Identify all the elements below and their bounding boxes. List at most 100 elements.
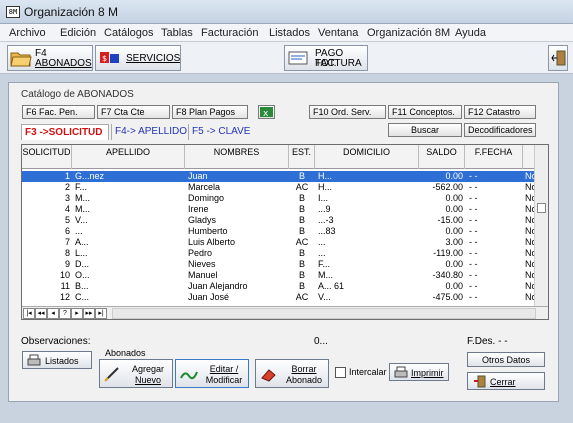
- cell-fecha: - -: [469, 182, 478, 192]
- cell-domicilio: ...: [318, 248, 326, 258]
- menu-bar: Archivo Edición Catálogos Tablas Factura…: [0, 24, 573, 42]
- abonados-grid[interactable]: SOLICITUD APELLIDO NOMBRES EST. DOMICILI…: [21, 144, 549, 320]
- menu-tablas[interactable]: Tablas: [161, 27, 193, 39]
- grid-horizontal-scrollbar[interactable]: [112, 308, 536, 319]
- table-row[interactable]: 6... Humberto B ...83 0.00- - No: [22, 226, 537, 237]
- tab-solicitud[interactable]: F3 ->SOLICITUD: [21, 124, 109, 140]
- tab-apellido[interactable]: F4-> APELLIDO: [111, 124, 187, 140]
- excel-button[interactable]: x: [258, 105, 275, 119]
- cell-apellido: M...: [75, 193, 90, 203]
- cell-fecha: - -: [469, 215, 478, 225]
- svg-text:x: x: [263, 109, 269, 118]
- menu-organizacion[interactable]: Organización 8M: [367, 27, 450, 39]
- table-row[interactable]: 12 C... Juan José AC V... -475.00- - No: [22, 292, 537, 303]
- cell-solicitud: 1: [64, 171, 70, 181]
- cell-saldo: -562.00: [432, 182, 463, 192]
- table-row[interactable]: 5 V... Gladys B ...-3 -15.00- - No: [22, 215, 537, 226]
- cell-saldo: 0.00: [445, 193, 463, 203]
- cerrar-button[interactable]: Cerrar: [467, 372, 545, 390]
- catastro-button[interactable]: F12 Catastro: [464, 105, 536, 119]
- cell-apellido: D...: [75, 259, 90, 269]
- cell-solicitud: 5: [64, 215, 70, 225]
- nav-last-button[interactable]: ▸|: [95, 308, 107, 319]
- borrar-abonado-button[interactable]: Borrar Abonado: [255, 359, 329, 388]
- col-saldo[interactable]: SALDO: [419, 145, 465, 169]
- nav-prev-page-button[interactable]: ◂◂: [35, 308, 47, 319]
- col-nombres[interactable]: NOMBRES: [185, 145, 289, 169]
- menu-facturacion[interactable]: Facturación: [201, 27, 258, 39]
- print-icon: [394, 366, 408, 378]
- servicios-toolbar-button[interactable]: $ SERVICIOS: [95, 45, 181, 71]
- pago-factura-toolbar-button[interactable]: PAGO TOT. FACTURA: [284, 45, 368, 71]
- cell-nombres: Gladys: [188, 215, 217, 225]
- cell-estado: B: [298, 215, 305, 225]
- toolbar: F4 ABONADOS $ SERVICIOS PAGO TOT. FACTUR…: [0, 42, 573, 74]
- title-bar: 8M Organización 8 M: [0, 0, 573, 24]
- ord-serv-button[interactable]: F10 Ord. Serv.: [309, 105, 386, 119]
- menu-catalogos[interactable]: Catálogos: [104, 27, 154, 39]
- cell-domicilio: ...83: [318, 226, 336, 236]
- nav-search-button[interactable]: ?: [59, 308, 71, 319]
- menu-ayuda[interactable]: Ayuda: [455, 27, 486, 39]
- cell-estado: B: [298, 270, 305, 280]
- cell-fecha: - -: [469, 226, 478, 236]
- table-row[interactable]: 10 O... Manuel B M... -340.80- - No: [22, 270, 537, 281]
- cell-estado: B: [298, 171, 305, 181]
- col-solicitud[interactable]: SOLICITUD: [22, 145, 72, 169]
- col-ffecha[interactable]: F.FECHA: [465, 145, 523, 169]
- menu-archivo[interactable]: Archivo: [9, 27, 46, 39]
- conceptos-button[interactable]: F11 Conceptos.: [388, 105, 462, 119]
- close-door-icon: [474, 375, 486, 388]
- table-row[interactable]: 7 A... Luis Alberto AC... 3.00- - No: [22, 237, 537, 248]
- cell-fecha: - -: [469, 248, 478, 258]
- grid-vertical-scrollbar[interactable]: [534, 145, 548, 306]
- spreadsheet-icon: x: [260, 107, 273, 118]
- intercalar-checkbox[interactable]: [335, 367, 346, 378]
- menu-ventana[interactable]: Ventana: [318, 27, 358, 39]
- cell-nombres: Nieves: [188, 259, 216, 269]
- menu-edicion[interactable]: Edición: [60, 27, 96, 39]
- col-domicilio[interactable]: DOMICILIO: [315, 145, 419, 169]
- tab-clave[interactable]: F5 -> CLAVE: [188, 124, 250, 140]
- table-row[interactable]: 9 D... Nieves B F... 0.00- - No: [22, 259, 537, 270]
- buscar-button[interactable]: Buscar: [388, 123, 462, 137]
- table-row[interactable]: 11 B... Juan Alejandro B A... 61 0.00- - No: [22, 281, 537, 292]
- nav-next-page-button[interactable]: ▸▸: [83, 308, 95, 319]
- decodificadores-button[interactable]: Decodificadores: [464, 123, 536, 137]
- cta-cte-button[interactable]: F7 Cta Cte: [97, 105, 170, 119]
- fac-pen-button[interactable]: F6 Fac. Pen.: [22, 105, 95, 119]
- table-row[interactable]: 2 F... Marcela AC H... -562.00- - No: [22, 182, 537, 193]
- cell-apellido: F...: [75, 182, 88, 192]
- editar-modificar-button[interactable]: Editar / Modificar: [175, 359, 249, 388]
- table-row[interactable]: 4 M... Irene B ...9 0.00- - No: [22, 204, 537, 215]
- imprimir-button[interactable]: Imprimir: [389, 363, 449, 381]
- agregar-nuevo-button[interactable]: Agregar Nuevo: [99, 359, 173, 388]
- cell-fecha: - -: [469, 237, 478, 247]
- cell-apellido: O...: [75, 270, 90, 280]
- otros-datos-button[interactable]: Otros Datos: [467, 352, 545, 367]
- table-row[interactable]: 3 M... Domingo B I... 0.00- - No: [22, 193, 537, 204]
- window-title: Organización 8 M: [24, 5, 119, 19]
- exit-toolbar-button[interactable]: [548, 45, 568, 71]
- listados-button[interactable]: Listados: [22, 351, 92, 369]
- table-row[interactable]: 1 G...nez Juan B H... 0.00- - No: [22, 171, 537, 182]
- cell-domicilio: ...-3: [318, 215, 334, 225]
- cell-solicitud: 9: [64, 259, 70, 269]
- plan-pagos-button[interactable]: F8 Plan Pagos: [172, 105, 248, 119]
- col-est[interactable]: EST.: [289, 145, 315, 169]
- nav-first-button[interactable]: |◂: [23, 308, 35, 319]
- cell-fecha: - -: [469, 204, 478, 214]
- scroll-thumb[interactable]: [537, 203, 546, 213]
- cell-estado: B: [298, 204, 305, 214]
- cell-domicilio: ...9: [318, 204, 331, 214]
- nav-prev-button[interactable]: ◂: [47, 308, 59, 319]
- cell-solicitud: 3: [64, 193, 70, 203]
- abonados-toolbar-button[interactable]: F4 ABONADOS: [7, 45, 93, 71]
- cell-apellido: M...: [75, 204, 90, 214]
- cell-domicilio: H...: [318, 182, 333, 192]
- nav-next-button[interactable]: ▸: [71, 308, 83, 319]
- col-apellido[interactable]: APELLIDO: [72, 145, 185, 169]
- svg-text:$: $: [102, 54, 107, 63]
- table-row[interactable]: 8 L... Pedro B... -119.00- - No: [22, 248, 537, 259]
- menu-listados[interactable]: Listados: [269, 27, 310, 39]
